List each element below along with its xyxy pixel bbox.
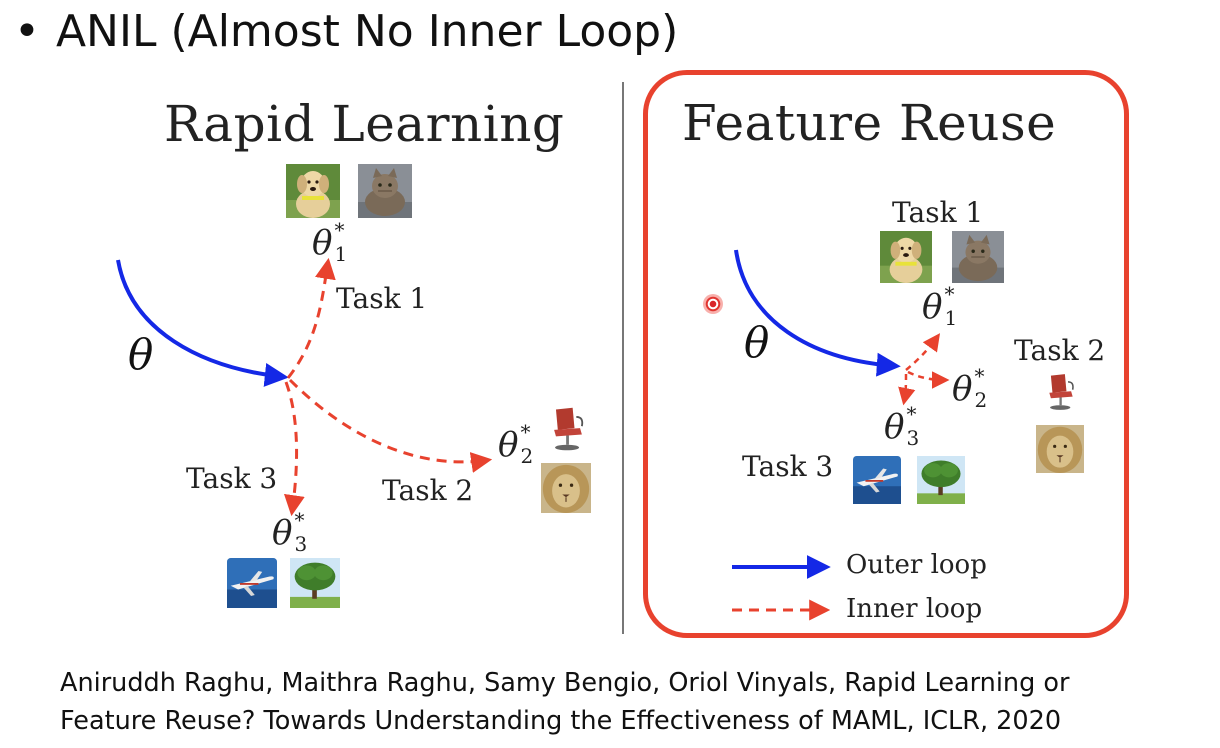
left-theta-symbol: θ [128, 330, 154, 379]
right-inner-loop-task1-arrow [905, 333, 941, 371]
chair-image-icon [1040, 370, 1082, 414]
right-task3-label: Task 3 [742, 450, 834, 483]
tree-image-icon [290, 558, 340, 608]
left-inner-loop-task3-arrow [283, 381, 305, 517]
chair-image-icon [543, 404, 593, 454]
left-task1-label: Task 1 [336, 282, 428, 315]
airplane-image-icon [852, 456, 902, 504]
citation: Aniruddh Raghu, Maithra Raghu, Samy Beng… [60, 664, 1069, 740]
left-task2-label: Task 2 [382, 474, 474, 507]
dog-image-icon [286, 164, 340, 218]
legend-outer-loop-label: Outer loop [846, 550, 987, 580]
left-theta-task2: θ * 2 [498, 420, 534, 468]
right-theta-symbol: θ [744, 318, 770, 367]
citation-line-2: Feature Reuse? Towards Understanding the… [60, 706, 1062, 736]
pointer-highlight-dot [703, 294, 723, 314]
right-inner-loop-task2-arrow [907, 370, 950, 389]
left-theta-task3: θ * 3 [272, 508, 308, 556]
citation-line-1: Aniruddh Raghu, Maithra Raghu, Samy Beng… [60, 668, 1070, 698]
left-inner-loop-task1-arrow [286, 257, 336, 379]
right-inner-loop-task3-arrow [898, 373, 916, 406]
cat-image-icon [952, 231, 1004, 283]
legend-inner-loop-label: Inner loop [846, 594, 983, 624]
right-task1-label: Task 1 [892, 196, 984, 229]
left-inner-loop-task2-arrow [288, 378, 493, 473]
rapid-learning-title: Rapid Learning [164, 95, 565, 153]
right-theta-task3: θ * 3 [884, 402, 920, 450]
right-theta-task1: θ * 1 [922, 282, 958, 330]
left-theta-task1: θ * 1 [312, 218, 348, 266]
cat-image-icon [358, 164, 412, 218]
feature-reuse-title: Feature Reuse [682, 94, 1057, 152]
dog-image-icon [880, 231, 932, 283]
right-theta-task2: θ * 2 [952, 364, 988, 412]
tree-image-icon [916, 456, 966, 504]
right-task2-label: Task 2 [1014, 334, 1106, 367]
lion-image-icon [541, 462, 591, 514]
left-task3-label: Task 3 [186, 462, 278, 495]
airplane-image-icon [227, 558, 277, 608]
lion-image-icon [1036, 424, 1084, 474]
